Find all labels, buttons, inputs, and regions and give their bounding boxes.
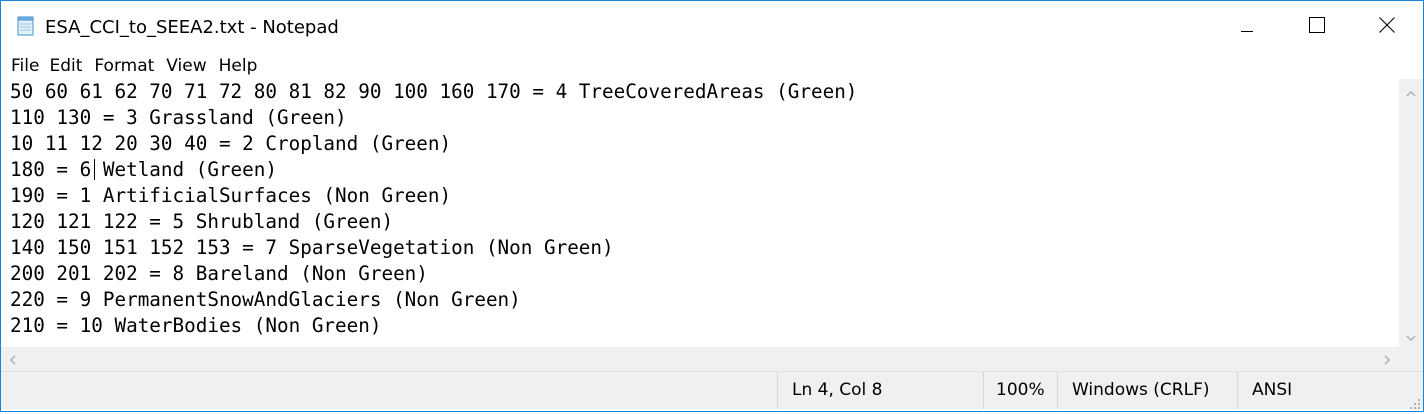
text-line-3[interactable]: 10 11 12 20 30 40 = 2 Cropland (Green) — [10, 131, 451, 157]
maximize-button[interactable] — [1282, 1, 1352, 53]
title-bar[interactable]: ESA_CCI_to_SEEA2.txt - Notepad — [1, 1, 1423, 53]
minimize-button[interactable] — [1212, 1, 1282, 53]
text-line-7[interactable]: 140 150 151 152 153 = 7 SparseVegetation… — [10, 235, 614, 261]
text-line-1[interactable]: 50 60 61 62 70 71 72 80 81 82 90 100 160… — [10, 79, 857, 105]
status-bar: Ln 4, Col 8 100% Windows (CRLF) ANSI — [1, 371, 1423, 409]
cursor-position: Ln 4, Col 8 — [777, 372, 977, 409]
chevron-down-icon — [1406, 326, 1416, 345]
resize-grip-icon[interactable] — [1409, 395, 1421, 409]
close-button[interactable] — [1352, 1, 1422, 53]
menu-format[interactable]: Format — [91, 54, 163, 78]
horizontal-scrollbar[interactable] — [1, 347, 1399, 371]
notepad-icon[interactable] — [15, 16, 37, 36]
scroll-up-button[interactable] — [1399, 79, 1423, 103]
text-line-2[interactable]: 110 130 = 3 Grassland (Green) — [10, 105, 347, 131]
notepad-window: ESA_CCI_to_SEEA2.txt - Notepad File Edit… — [0, 0, 1424, 412]
scroll-right-button[interactable] — [1375, 347, 1399, 371]
scroll-down-button[interactable] — [1399, 323, 1423, 347]
menu-help[interactable]: Help — [216, 54, 267, 78]
text-line-6[interactable]: 120 121 122 = 5 Shrubland (Green) — [10, 209, 393, 235]
menu-file[interactable]: File — [1, 54, 46, 78]
scroll-left-button[interactable] — [1, 347, 25, 371]
text-line-9[interactable]: 220 = 9 PermanentSnowAndGlaciers (Non Gr… — [10, 287, 521, 313]
text-line-8[interactable]: 200 201 202 = 8 Bareland (Non Green) — [10, 261, 428, 287]
window-title: ESA_CCI_to_SEEA2.txt - Notepad — [45, 17, 339, 38]
text-line-4[interactable]: 180 = 6 Wetland (Green) — [10, 157, 277, 183]
menu-bar: File Edit Format View Help — [1, 53, 1423, 79]
close-icon — [1379, 17, 1395, 37]
menu-view[interactable]: View — [163, 54, 215, 78]
chevron-left-icon — [10, 350, 16, 369]
zoom-level: 100% — [983, 372, 1057, 409]
chevron-right-icon — [1384, 350, 1390, 369]
vertical-scrollbar[interactable] — [1399, 79, 1423, 347]
encoding: ANSI — [1237, 372, 1423, 409]
minimize-icon — [1241, 18, 1253, 37]
text-line-10[interactable]: 210 = 10 WaterBodies (Non Green) — [10, 313, 381, 339]
maximize-icon — [1309, 17, 1325, 37]
scrollbar-corner — [1399, 347, 1423, 371]
line-ending: Windows (CRLF) — [1057, 372, 1237, 409]
chevron-up-icon — [1406, 82, 1416, 101]
menu-edit[interactable]: Edit — [46, 54, 91, 78]
text-caret — [94, 159, 95, 180]
text-editor[interactable]: 50 60 61 62 70 71 72 80 81 82 90 100 160… — [1, 79, 1399, 347]
text-line-5[interactable]: 190 = 1 ArtificialSurfaces (Non Green) — [10, 183, 451, 209]
